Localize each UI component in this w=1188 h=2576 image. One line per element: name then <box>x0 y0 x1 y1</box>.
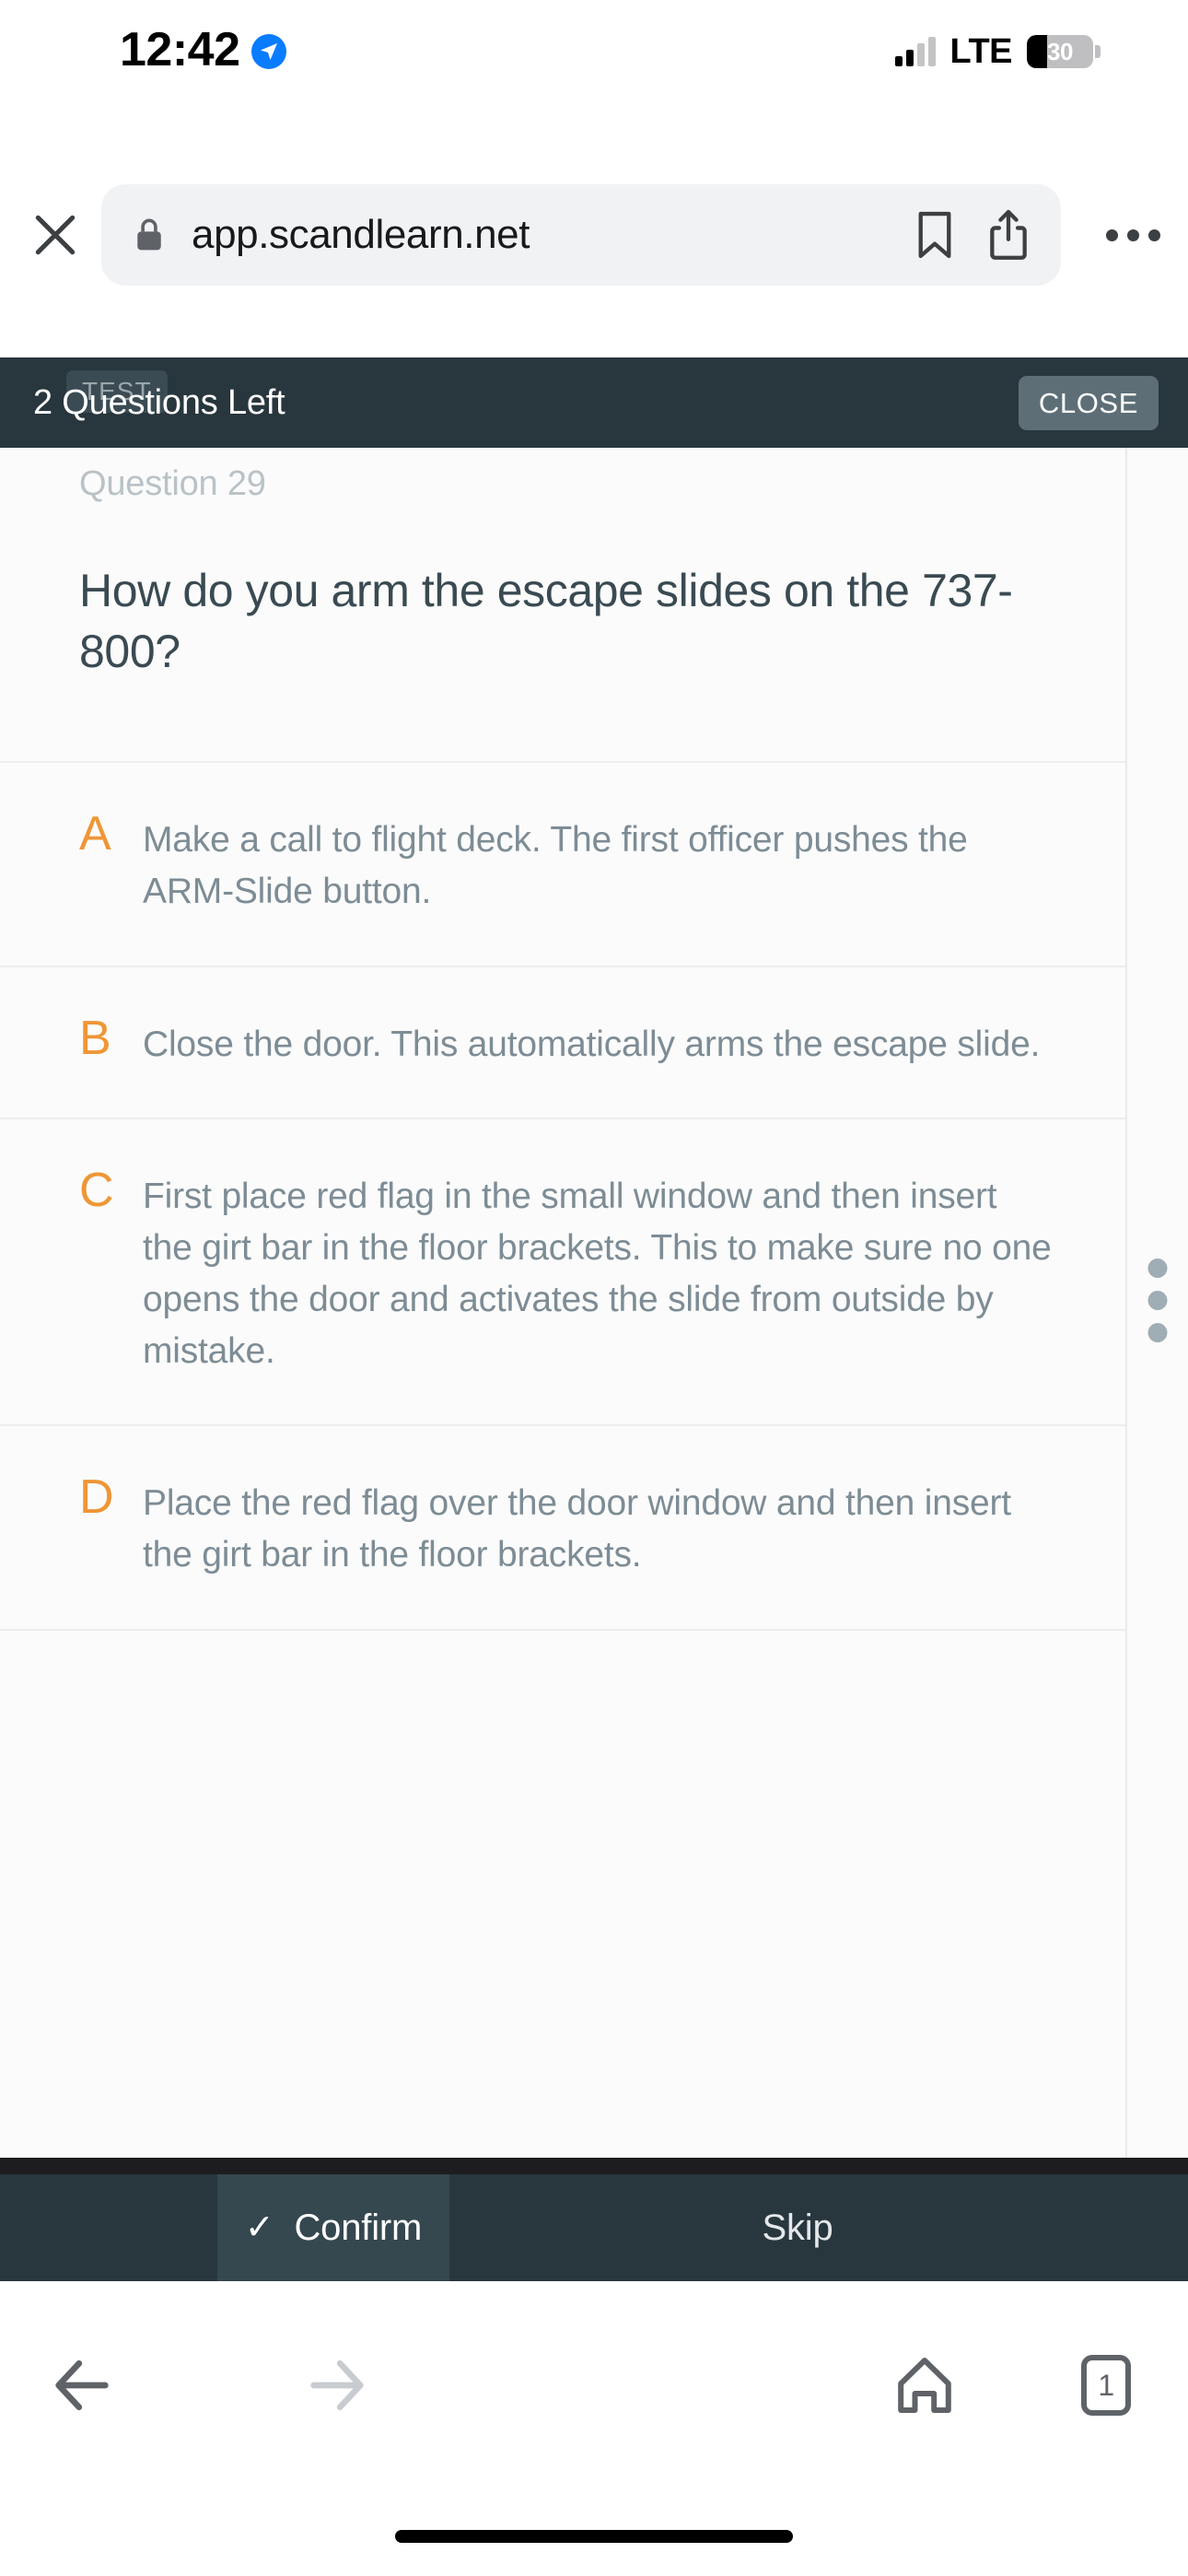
quiz-header-left: TEST 2 Questions Left <box>33 369 285 423</box>
answer-option-d[interactable]: D Place the red flag over the door windo… <box>0 1424 1125 1631</box>
cellular-signal-icon <box>894 37 936 66</box>
answer-option-c[interactable]: C First place red flag in the small wind… <box>0 1118 1125 1425</box>
tab-count-badge: 1 <box>1081 2355 1132 2416</box>
action-bar-spacer <box>0 2174 217 2281</box>
share-icon <box>990 209 1027 260</box>
option-text: Make a call to flight deck. The first of… <box>143 820 968 911</box>
option-text: Place the red flag over the door window … <box>143 1483 1011 1575</box>
check-icon: ✓ <box>244 2208 274 2247</box>
address-bar[interactable]: app.scandlearn.net <box>101 184 1061 286</box>
home-indicator <box>395 2530 793 2543</box>
option-letter: A <box>79 807 111 861</box>
bookmark-button[interactable] <box>914 209 956 261</box>
arrow-right-icon <box>310 2359 364 2411</box>
status-bar-right: LTE 30 <box>894 31 1101 72</box>
location-arrow-icon <box>250 34 286 69</box>
close-quiz-button[interactable]: CLOSE <box>1018 375 1159 430</box>
quiz-content-area: Question 29 How do you arm the escape sl… <box>0 448 1188 2184</box>
more-horizontal-icon <box>1105 228 1160 241</box>
option-letter: B <box>79 1011 111 1065</box>
battery-percent-label: 30 <box>1047 37 1073 65</box>
status-bar-clock: 12:42 <box>120 23 240 76</box>
quiz-header-bar: TEST 2 Questions Left CLOSE <box>0 357 1188 448</box>
skip-button[interactable]: Skip <box>449 2174 1188 2281</box>
confirm-button[interactable]: ✓ Confirm <box>217 2174 449 2281</box>
option-text: Close the door. This automatically arms … <box>143 1024 1041 1064</box>
browser-forward-button[interactable] <box>256 2335 420 2436</box>
option-letter: C <box>79 1164 114 1218</box>
quiz-scroll-container: Question 29 How do you arm the escape sl… <box>0 448 1125 1631</box>
share-button[interactable] <box>987 208 1030 262</box>
url-text: app.scandlearn.net <box>192 212 530 257</box>
browser-toolbar: app.scandlearn.net <box>0 175 1188 295</box>
arrow-left-icon <box>55 2359 109 2411</box>
skip-button-label: Skip <box>762 2207 833 2248</box>
action-bar-divider <box>0 2158 1188 2174</box>
status-bar-left: 12:42 <box>120 26 286 77</box>
close-icon <box>35 215 76 255</box>
drag-handle-icon[interactable] <box>1147 1259 1168 1342</box>
lock-icon <box>133 217 166 253</box>
network-type-label: LTE <box>949 31 1013 71</box>
battery-icon: 30 <box>1027 35 1101 68</box>
question-number-label: Question 29 <box>79 464 266 503</box>
browser-home-button[interactable] <box>843 2335 1007 2436</box>
browser-menu-button[interactable] <box>1077 228 1188 241</box>
phone-screen: 12:42 LTE 30 app.scandlearn.net TEST 2 Q… <box>0 0 1188 2576</box>
answer-option-b[interactable]: B Close the door. This automatically arm… <box>0 965 1125 1118</box>
status-bar: 12:42 LTE 30 <box>0 0 1188 103</box>
quiz-action-bar: ✓ Confirm Skip <box>0 2174 1188 2281</box>
answer-option-a[interactable]: A Make a call to flight deck. The first … <box>0 761 1125 966</box>
bookmark-icon <box>918 211 951 259</box>
quiz-side-rail <box>1125 448 1188 2184</box>
option-text: First place red flag in the small window… <box>143 1177 1052 1371</box>
home-icon <box>897 2358 951 2413</box>
close-tab-button[interactable] <box>9 209 101 261</box>
question-text: How do you arm the escape slides on the … <box>79 565 1013 677</box>
confirm-button-label: Confirm <box>294 2207 423 2248</box>
option-letter: D <box>79 1470 114 1525</box>
questions-left-label: 2 Questions Left <box>33 382 285 422</box>
browser-tabs-button[interactable]: 1 <box>1025 2335 1188 2436</box>
question-block: Question 29 How do you arm the escape sl… <box>0 448 1125 761</box>
browser-back-button[interactable] <box>0 2335 164 2436</box>
